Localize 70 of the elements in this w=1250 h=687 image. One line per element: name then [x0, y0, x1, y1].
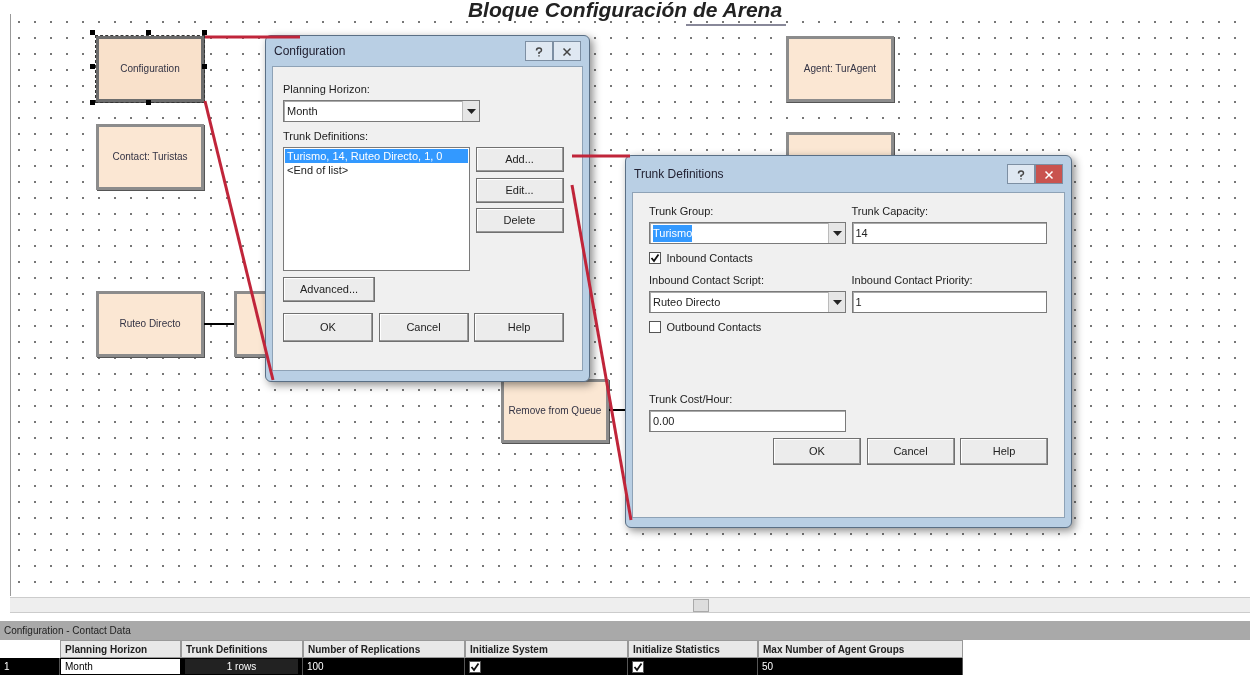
close-button[interactable] [1035, 164, 1063, 184]
field-label: Inbound Contact Script: [649, 272, 765, 288]
close-button[interactable] [553, 41, 581, 61]
dialog-button[interactable]: Cancel [378, 312, 469, 342]
checkbox-label: Inbound Contacts [666, 250, 753, 266]
module-block[interactable]: Agent: TurAgent [786, 36, 894, 102]
dialog-button[interactable]: Help [474, 312, 564, 342]
selection-handle[interactable] [202, 30, 207, 35]
field-label: Trunk Capacity: [851, 204, 930, 219]
selection-handle[interactable] [202, 64, 207, 69]
field-label: Trunk Definitions: [283, 128, 370, 144]
help-button[interactable] [1007, 164, 1035, 184]
help-button[interactable] [525, 41, 553, 61]
field-label: Trunk Cost/Hour: [649, 392, 734, 407]
checkbox[interactable] [649, 320, 661, 333]
planning-horizon-dropdown[interactable]: Month [283, 100, 480, 123]
contact-script-dropdown[interactable]: Ruteo Directo [649, 291, 846, 313]
dialog-button[interactable]: OK [283, 312, 373, 342]
table-cell[interactable]: Month [60, 658, 181, 675]
table-cell[interactable]: 100 [303, 658, 465, 675]
dialog-title: Configuration [274, 43, 346, 60]
spreadsheet-title: Configuration - Contact Data [0, 621, 1250, 640]
dropdown-arrow-icon [466, 108, 476, 114]
selection-handle[interactable] [146, 100, 151, 105]
dialog-button[interactable]: Edit... [475, 177, 564, 203]
column-header: Number of Replications [303, 640, 465, 658]
module-block[interactable]: Ruteo Directo [96, 291, 204, 357]
advanced-button[interactable]: Advanced... [283, 276, 375, 302]
contact-priority-field[interactable]: 1 [851, 291, 1047, 313]
column-header: Initialize System [465, 640, 628, 658]
column-header: Initialize Statistics [628, 640, 758, 658]
selection-handle[interactable] [90, 64, 95, 69]
dialog-button[interactable]: Cancel [866, 437, 955, 465]
help-icon [534, 47, 544, 58]
checkbox[interactable] [469, 660, 481, 673]
field-label: Planning Horizon: [283, 82, 371, 97]
trunk-capacity-field[interactable]: 14 [851, 222, 1047, 245]
rows-button[interactable]: 1 rows [185, 659, 298, 674]
dialog-title: Trunk Definitions [634, 166, 724, 183]
dropdown-arrow-icon [832, 299, 842, 305]
trunk-cost-field[interactable]: 0.00 [649, 410, 846, 433]
module-block[interactable]: Configuration [96, 36, 204, 102]
close-icon [1044, 170, 1054, 181]
dialog-button[interactable]: Delete [475, 208, 564, 233]
dialog-button[interactable]: OK [773, 437, 861, 465]
selection-handle[interactable] [146, 30, 151, 35]
module-block[interactable]: Remove from Queue [501, 379, 609, 443]
help-icon [1016, 170, 1026, 181]
column-header: Max Number of Agent Groups [758, 640, 963, 658]
selection-handle[interactable] [90, 30, 95, 35]
leader-line [572, 154, 630, 158]
close-icon [562, 47, 572, 58]
column-header: Trunk Definitions [181, 640, 303, 658]
module-block[interactable]: Contact: Turistas [96, 124, 204, 190]
connector-line [204, 323, 234, 325]
field-label: Trunk Group: [649, 204, 715, 219]
dialog-button[interactable]: Help [960, 437, 1048, 465]
horizontal-scrollbar[interactable] [10, 597, 1250, 613]
table-cell[interactable]: 50 [758, 658, 963, 675]
checkbox[interactable] [632, 660, 644, 673]
list-item[interactable]: <End of list> [285, 163, 468, 177]
scroll-thumb[interactable] [693, 599, 709, 612]
checkbox-label: Outbound Contacts [666, 319, 762, 335]
column-header: Planning Horizon [60, 640, 181, 658]
checkbox[interactable] [649, 252, 661, 264]
selection-handle[interactable] [90, 100, 95, 105]
row-number: 1 [0, 658, 60, 675]
dropdown-arrow-icon [832, 230, 842, 236]
field-label: Inbound Contact Priority: [851, 272, 974, 288]
dialog-button[interactable]: Add... [475, 147, 564, 172]
